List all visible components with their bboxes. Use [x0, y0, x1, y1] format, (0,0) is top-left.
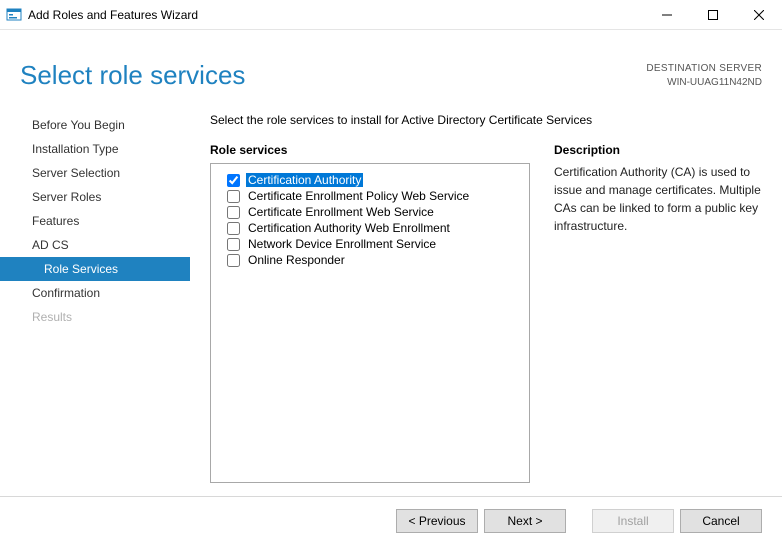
title-bar: Add Roles and Features Wizard: [0, 0, 782, 30]
role-service-checkbox[interactable]: [227, 238, 240, 251]
role-service-label: Certification Authority: [246, 173, 363, 187]
close-button[interactable]: [736, 0, 782, 30]
role-service-item[interactable]: Online Responder: [227, 252, 521, 268]
app-icon: [6, 7, 22, 23]
nav-step-results: Results: [0, 305, 190, 329]
minimize-button[interactable]: [644, 0, 690, 30]
role-service-item[interactable]: Network Device Enrollment Service: [227, 236, 521, 252]
previous-button[interactable]: < Previous: [396, 509, 478, 533]
role-service-checkbox[interactable]: [227, 174, 240, 187]
role-service-label: Certification Authority Web Enrollment: [246, 221, 452, 235]
role-services-heading: Role services: [210, 143, 530, 157]
role-service-item[interactable]: Certification Authority: [227, 172, 521, 188]
page-header: Select role services DESTINATION SERVER …: [0, 30, 782, 101]
nav-step-features[interactable]: Features: [0, 209, 190, 233]
role-service-label: Certificate Enrollment Web Service: [246, 205, 436, 219]
role-service-checkbox[interactable]: [227, 206, 240, 219]
wizard-footer: < Previous Next > Install Cancel: [0, 496, 782, 545]
nav-step-ad-cs[interactable]: AD CS: [0, 233, 190, 257]
next-button[interactable]: Next >: [484, 509, 566, 533]
nav-step-installation-type[interactable]: Installation Type: [0, 137, 190, 161]
cancel-button[interactable]: Cancel: [680, 509, 762, 533]
wizard-nav: Before You BeginInstallation TypeServer …: [0, 101, 190, 496]
destination-info: DESTINATION SERVER WIN-UUAG11N42ND: [646, 62, 762, 90]
nav-step-role-services[interactable]: Role Services: [0, 257, 190, 281]
install-button: Install: [592, 509, 674, 533]
role-service-item[interactable]: Certificate Enrollment Web Service: [227, 204, 521, 220]
role-service-checkbox[interactable]: [227, 222, 240, 235]
role-service-item[interactable]: Certificate Enrollment Policy Web Servic…: [227, 188, 521, 204]
nav-step-server-roles[interactable]: Server Roles: [0, 185, 190, 209]
nav-step-confirmation[interactable]: Confirmation: [0, 281, 190, 305]
nav-step-server-selection[interactable]: Server Selection: [0, 161, 190, 185]
window-title: Add Roles and Features Wizard: [28, 8, 198, 22]
role-service-label: Certificate Enrollment Policy Web Servic…: [246, 189, 471, 203]
role-service-label: Network Device Enrollment Service: [246, 237, 438, 251]
page-title: Select role services: [20, 60, 646, 91]
intro-text: Select the role services to install for …: [210, 113, 762, 127]
role-service-checkbox[interactable]: [227, 254, 240, 267]
description-heading: Description: [554, 143, 762, 157]
maximize-button[interactable]: [690, 0, 736, 30]
role-services-listbox[interactable]: Certification Authority Certificate Enrol…: [210, 163, 530, 483]
role-service-label: Online Responder: [246, 253, 347, 267]
role-service-checkbox[interactable]: [227, 190, 240, 203]
description-text: Certification Authority (CA) is used to …: [554, 163, 762, 235]
destination-value: WIN-UUAG11N42ND: [646, 76, 762, 90]
nav-step-before-you-begin[interactable]: Before You Begin: [0, 113, 190, 137]
role-service-item[interactable]: Certification Authority Web Enrollment: [227, 220, 521, 236]
destination-label: DESTINATION SERVER: [646, 62, 762, 76]
